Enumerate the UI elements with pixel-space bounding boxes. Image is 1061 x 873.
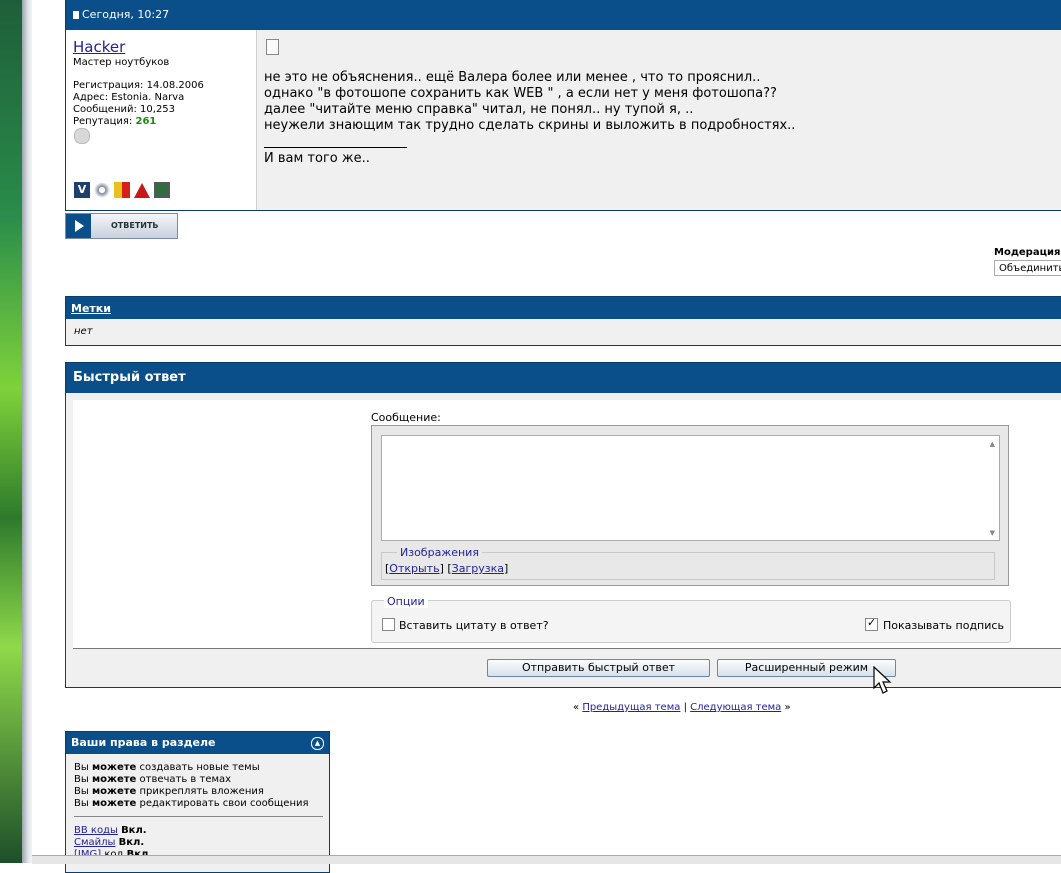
tags-value: нет: [74, 326, 93, 337]
warning-badge-icon: [134, 182, 150, 198]
nav-separator: |: [683, 702, 687, 713]
images-fieldset: Изображения [Открыть] [Загрузка]: [381, 546, 995, 580]
quick-reply-panel: Быстрый ответ Сообщение: ▲ ▼ Изображения…: [65, 362, 1061, 688]
post-text: не это не объяснения.. ещё Валера более …: [264, 70, 795, 134]
post-line: однако "в фотошопе сохранить как WEB " ,…: [264, 86, 777, 101]
images-open-link[interactable]: Открыть: [389, 562, 439, 575]
message-textarea[interactable]: ▲ ▼: [381, 435, 1000, 541]
rights-you: Вы: [74, 774, 89, 785]
nav-right-mark: »: [784, 702, 791, 713]
rights-can: можете: [91, 762, 137, 773]
computer-badge-icon: [154, 182, 170, 198]
rights-can: можете: [91, 786, 137, 797]
rights-title-text: Ваши права в разделе: [71, 736, 216, 749]
scroll-down-icon[interactable]: ▼: [990, 529, 995, 537]
rights-you: Вы: [74, 798, 89, 809]
smilies-link[interactable]: Смайлы: [74, 837, 115, 848]
collapse-icon[interactable]: ▲: [311, 737, 324, 750]
post-line: неужели знающим так трудно сделать скрин…: [264, 118, 796, 133]
message-label: Сообщение:: [371, 411, 441, 424]
gear-badge-icon: [94, 182, 110, 198]
rights-item-text: прикреплять вложения: [139, 786, 264, 797]
options-fieldset: Опции Вставить цитату в ответ? Показыват…: [371, 595, 1011, 643]
post: Hacker Мастер ноутбуков Регистрация: 14.…: [65, 30, 1061, 211]
prev-thread-link[interactable]: Предыдущая тема: [582, 702, 680, 713]
reply-button-label: ОТВЕТИТЬ: [111, 221, 159, 230]
reply-button[interactable]: ОТВЕТИТЬ: [65, 213, 178, 239]
post-line: не это не объяснения.. ещё Валера более …: [264, 70, 761, 85]
post-line: далее "читайте меню справка" читал, не п…: [264, 102, 694, 117]
post-date-icon: [73, 11, 79, 19]
rights-item: Вы можете редактировать свои сообщения: [74, 798, 309, 810]
signature-checkbox-label: Показывать подпись: [883, 619, 1004, 632]
tags-body: нет: [65, 319, 1061, 346]
post-icon: [266, 39, 279, 55]
images-links: [Открыть] [Загрузка]: [385, 562, 509, 575]
rights-can: можете: [91, 774, 137, 785]
user-info: Hacker Мастер ноутбуков Регистрация: 14.…: [66, 30, 256, 210]
reputation-value: 261: [135, 116, 157, 127]
rights-you: Вы: [74, 786, 89, 797]
reputation-label: Репутация:: [73, 116, 133, 127]
play-icon: [66, 214, 91, 238]
images-legend: Изображения: [397, 546, 482, 559]
rights-item: Вы можете отвечать в темах: [74, 774, 309, 786]
post-message: не это не объяснения.. ещё Валера более …: [256, 30, 1061, 210]
send-quick-reply-button[interactable]: Отправить быстрый ответ: [487, 659, 710, 677]
user-registration: Регистрация: 14.08.2006: [73, 80, 204, 91]
quick-reply-body: Сообщение: ▲ ▼ Изображения [Открыть] [За…: [73, 400, 1061, 649]
code-state: Вкл.: [118, 837, 145, 848]
nav-left-mark: «: [573, 702, 580, 713]
user-address: Адрес: Estonia. Narva: [73, 92, 185, 103]
bbcode-link[interactable]: BB коды: [74, 825, 118, 836]
code-row: BB коды Вкл.: [74, 825, 152, 837]
moderation-select[interactable]: Объединить: [994, 260, 1061, 276]
advanced-mode-button[interactable]: Расширенный режим: [717, 659, 896, 677]
desktop-background: [0, 0, 22, 863]
rights-item-text: отвечать в темах: [139, 774, 232, 785]
rights-item-text: редактировать свои сообщения: [139, 798, 309, 809]
signature-checkbox[interactable]: [865, 616, 878, 631]
forum-rights-panel: Ваши права в разделе ▲ Вы можете создават…: [65, 731, 330, 873]
code-state: Вкл.: [121, 825, 147, 836]
username-link[interactable]: Hacker: [73, 38, 125, 56]
user-badges: V: [74, 182, 174, 198]
rights-you: Вы: [74, 762, 89, 773]
rights-divider: [74, 816, 323, 817]
scroll-up-icon[interactable]: ▲: [990, 440, 995, 448]
offline-status-icon: [74, 128, 90, 144]
signature: И вам того же..: [264, 151, 370, 166]
cards-badge-icon: [114, 182, 130, 198]
rights-can: можете: [91, 798, 137, 809]
next-thread-link[interactable]: Следующая тема: [690, 702, 781, 713]
quote-checkbox[interactable]: [382, 618, 395, 631]
images-upload-link[interactable]: Загрузка: [452, 562, 504, 575]
user-details: Регистрация: 14.08.2006 Адрес: Estonia. …: [73, 80, 204, 128]
thread-navigation: « Предыдущая тема | Следующая тема »: [573, 702, 791, 713]
quick-reply-title: Быстрый ответ: [66, 363, 1061, 393]
rights-item-text: создавать новые темы: [139, 762, 260, 773]
moderation-label: Модерация: [994, 247, 1061, 258]
user-messages: Сообщений: 10,253: [73, 104, 176, 115]
post-date: Сегодня, 10:27: [82, 8, 170, 21]
tags-link[interactable]: Метки: [71, 302, 111, 315]
rights-title: Ваши права в разделе ▲: [66, 732, 329, 754]
v-badge-icon: V: [74, 182, 90, 198]
signature-divider: [264, 147, 407, 148]
window-border: [22, 0, 32, 863]
user-reputation: Репутация: 261: [73, 116, 204, 128]
post-header: Сегодня, 10:27: [65, 0, 1061, 30]
options-legend: Опции: [384, 595, 428, 608]
tags-header: Метки: [65, 296, 1061, 320]
quote-checkbox-label: Вставить цитату в ответ?: [399, 619, 549, 632]
rights-item: Вы можете прикреплять вложения: [74, 786, 309, 798]
rights-list: Вы можете создавать новые темы Вы можете…: [74, 762, 309, 810]
code-row: Смайлы Вкл.: [74, 837, 152, 849]
user-title: Мастер ноутбуков: [73, 57, 170, 68]
rights-item: Вы можете создавать новые темы: [74, 762, 309, 774]
editor-frame: ▲ ▼ Изображения [Открыть] [Загрузка]: [371, 425, 1009, 586]
